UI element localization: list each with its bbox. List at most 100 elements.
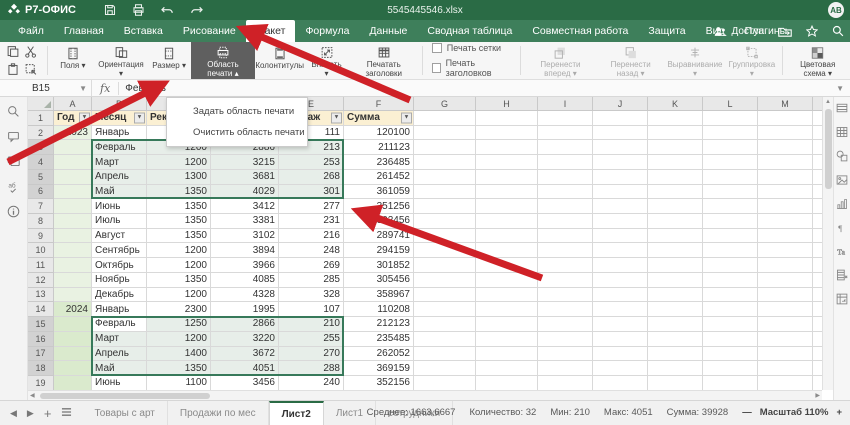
cell-F6[interactable]: 361059 — [344, 185, 414, 200]
cell-F10[interactable]: 294159 — [344, 243, 414, 258]
cell-D13[interactable]: 4328 — [211, 288, 279, 303]
cell-A3[interactable] — [54, 140, 92, 155]
user-avatar[interactable]: AB — [828, 2, 844, 18]
cell-M3[interactable] — [758, 140, 813, 155]
row-header-9[interactable]: 9 — [28, 229, 54, 244]
cell-F8[interactable]: 302456 — [344, 214, 414, 229]
cell-B11[interactable]: Октябрь — [92, 258, 147, 273]
toolbar-button-margins[interactable]: Поля ▾ — [51, 42, 95, 79]
column-header-K[interactable]: K — [648, 97, 703, 111]
cell-E7[interactable]: 277 — [279, 199, 344, 214]
cell-M14[interactable] — [758, 302, 813, 317]
menu-item-очистить[interactable]: Очистить область печати — [167, 122, 307, 143]
cell-L1[interactable] — [703, 111, 758, 126]
cell-F7[interactable]: 351256 — [344, 199, 414, 214]
cell-G5[interactable] — [414, 170, 476, 185]
cell-H8[interactable] — [476, 214, 538, 229]
cell-B12[interactable]: Ноябрь — [92, 273, 147, 288]
cell-G11[interactable] — [414, 258, 476, 273]
ribbon-tab-макет[interactable]: Макет — [246, 20, 296, 42]
cell-C5[interactable]: 1300 — [147, 170, 211, 185]
ribbon-tab-рисование[interactable]: Рисование — [173, 20, 246, 42]
cell-L10[interactable] — [703, 243, 758, 258]
cell-H14[interactable] — [476, 302, 538, 317]
cell-L14[interactable] — [703, 302, 758, 317]
cell-I16[interactable] — [538, 332, 593, 347]
row-header-2[interactable]: 2 — [28, 126, 54, 141]
cell-B16[interactable]: Март — [92, 332, 147, 347]
cell-J16[interactable] — [593, 332, 648, 347]
row-header-4[interactable]: 4 — [28, 155, 54, 170]
cell-F17[interactable]: 262052 — [344, 347, 414, 362]
cell-E12[interactable]: 285 — [279, 273, 344, 288]
paste-icon[interactable] — [4, 61, 22, 79]
cell-K14[interactable] — [648, 302, 703, 317]
row-header-19[interactable]: 19 — [28, 376, 54, 390]
cell-H10[interactable] — [476, 243, 538, 258]
cell-N19[interactable] — [813, 376, 822, 390]
cell-J3[interactable] — [593, 140, 648, 155]
checkbox-box[interactable] — [432, 43, 442, 53]
cell-G7[interactable] — [414, 199, 476, 214]
cell-A11[interactable] — [54, 258, 92, 273]
scroll-right-icon[interactable]: ▶ — [815, 392, 820, 399]
cell-I11[interactable] — [538, 258, 593, 273]
cell-G1[interactable] — [414, 111, 476, 126]
cell-M1[interactable] — [758, 111, 813, 126]
cell-K19[interactable] — [648, 376, 703, 390]
cell-E15[interactable]: 210 — [279, 317, 344, 332]
zoom-in-button[interactable]: + — [836, 407, 842, 418]
chart-icon[interactable] — [836, 198, 848, 213]
open-file-location-icon[interactable] — [778, 26, 792, 37]
row-header-10[interactable]: 10 — [28, 243, 54, 258]
cell-K11[interactable] — [648, 258, 703, 273]
cell-K2[interactable] — [648, 126, 703, 141]
cell-D5[interactable]: 3681 — [211, 170, 279, 185]
search-icon[interactable] — [832, 25, 844, 37]
cell-H4[interactable] — [476, 155, 538, 170]
cell-J19[interactable] — [593, 376, 648, 390]
cell-K3[interactable] — [648, 140, 703, 155]
cell-C19[interactable]: 1100 — [147, 376, 211, 390]
cell-H6[interactable] — [476, 185, 538, 200]
cell-E19[interactable]: 240 — [279, 376, 344, 390]
cell-G2[interactable] — [414, 126, 476, 141]
vertical-scroll-thumb[interactable] — [825, 109, 832, 189]
cell-C11[interactable]: 1200 — [147, 258, 211, 273]
cell-C10[interactable]: 1200 — [147, 243, 211, 258]
cell-N7[interactable] — [813, 199, 822, 214]
cell-E14[interactable]: 107 — [279, 302, 344, 317]
scroll-left-icon[interactable]: ◀ — [30, 392, 35, 399]
cell-L18[interactable] — [703, 361, 758, 376]
scroll-up-icon[interactable]: ▲ — [823, 97, 833, 107]
cell-N8[interactable] — [813, 214, 822, 229]
cell-L9[interactable] — [703, 229, 758, 244]
cell-M7[interactable] — [758, 199, 813, 214]
column-header-B[interactable]: B — [92, 97, 147, 111]
cell-I4[interactable] — [538, 155, 593, 170]
textart-icon[interactable]: Та — [836, 246, 848, 260]
cell-K4[interactable] — [648, 155, 703, 170]
cell-E18[interactable]: 288 — [279, 361, 344, 376]
cell-J14[interactable] — [593, 302, 648, 317]
cell-A13[interactable] — [54, 288, 92, 303]
column-header-F[interactable]: F — [344, 97, 414, 111]
ribbon-tab-формула[interactable]: Формула — [295, 20, 359, 42]
cell-L6[interactable] — [703, 185, 758, 200]
sheet-tab-товары-с-арт[interactable]: Товары с арт — [82, 401, 167, 425]
cell-M11[interactable] — [758, 258, 813, 273]
access-button[interactable]: Доступ — [714, 26, 764, 37]
name-box[interactable]: B15▼ — [28, 80, 92, 96]
cell-G17[interactable] — [414, 347, 476, 362]
cell-D17[interactable]: 3672 — [211, 347, 279, 362]
row-header-5[interactable]: 5 — [28, 170, 54, 185]
cell-J12[interactable] — [593, 273, 648, 288]
cell-B17[interactable]: Апрель — [92, 347, 147, 362]
cell-N2[interactable] — [813, 126, 822, 141]
cell-M15[interactable] — [758, 317, 813, 332]
cell-D6[interactable]: 4029 — [211, 185, 279, 200]
cell-N10[interactable] — [813, 243, 822, 258]
toolbar-button-color-scheme[interactable]: Цветовая схема ▾ — [785, 42, 850, 79]
cell-L16[interactable] — [703, 332, 758, 347]
cell-J5[interactable] — [593, 170, 648, 185]
